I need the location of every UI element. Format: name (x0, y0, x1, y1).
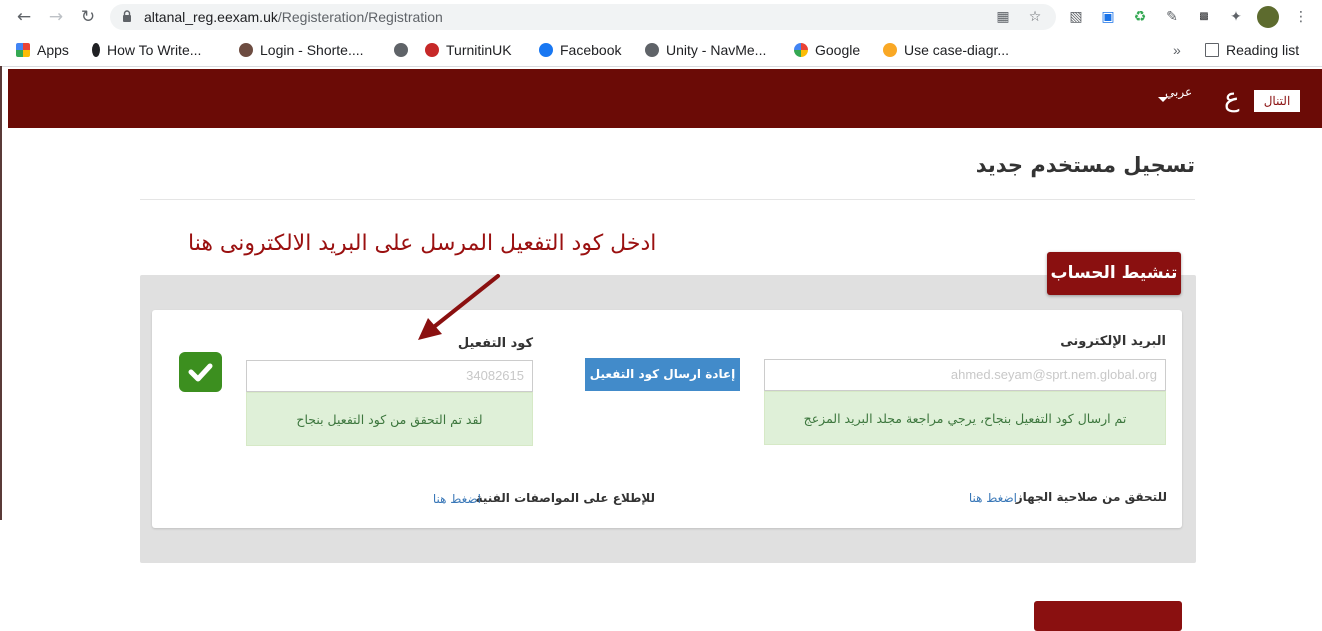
address-bar[interactable]: altanal_reg.eexam.uk/Registeration/Regis… (110, 4, 1056, 30)
bookmark-use-case[interactable]: Use case-diagr... (883, 34, 1009, 66)
email-success-alert: تم ارسال كود التفعيل بنجاح، يرجي مراجعة … (764, 391, 1166, 445)
google-icon (794, 43, 808, 57)
page-edge-line (0, 66, 2, 520)
reading-list-button[interactable]: Reading list (1205, 34, 1299, 66)
email-field[interactable]: ahmed.seyam@sprt.nem.global.org (764, 359, 1166, 391)
language-label: عربي (1165, 85, 1193, 99)
bookmark-login[interactable]: Login - Shorte.... (239, 34, 364, 66)
device-check-label: للتحقق من صلاحية الجهاز (1015, 490, 1167, 504)
bookmark-favicon (239, 43, 253, 57)
site-logo[interactable]: التنال (1254, 90, 1300, 112)
checkmark-icon (188, 363, 213, 382)
turnitin-icon (425, 43, 439, 57)
activation-section-title: تنشيط الحساب (1047, 252, 1181, 295)
bookmark-how-to-write[interactable]: How To Write... (92, 34, 201, 66)
bookmark-google[interactable]: Google (794, 34, 860, 66)
bookmark-turnitin[interactable]: TurnitinUK (425, 34, 512, 66)
bookmarks-bar: Apps How To Write... Login - Shorte.... … (0, 34, 1322, 67)
bookmark-facebook[interactable]: Facebook (539, 34, 621, 66)
specs-label: للإطلاع على المواصفات الفنية (475, 491, 655, 505)
bookmark-favicon (883, 43, 897, 57)
specs-link[interactable]: اضغط هنا (433, 492, 481, 506)
browser-toolbar: ← → ↻ altanal_reg.eexam.uk/Registeration… (0, 0, 1322, 34)
extension-icon-1[interactable]: ▧ (1066, 7, 1086, 27)
bookmark-favicon (92, 43, 100, 57)
bookmark-unity[interactable]: Unity - NavMe... (645, 34, 766, 66)
device-check-link[interactable]: اضغط هنا (969, 491, 1017, 505)
resend-code-button[interactable]: إعادة ارسال كود التفعيل (585, 358, 740, 391)
annotation-arrow-icon (418, 274, 500, 340)
extension-icon-2[interactable]: ▣ (1098, 7, 1118, 27)
language-dropdown[interactable]: عربي (1158, 85, 1193, 102)
caret-down-icon (1158, 97, 1168, 102)
profile-avatar[interactable] (1257, 6, 1279, 28)
title-divider (140, 199, 1195, 200)
extension-icon-4[interactable]: ▩ (1194, 7, 1214, 27)
logo-mark: ع (1224, 83, 1240, 113)
star-icon[interactable]: ☆ (1026, 8, 1044, 26)
annotation-text: ادخل كود التفعيل المرسل على البريد الالك… (188, 231, 657, 256)
facebook-icon (539, 43, 553, 57)
verified-check-icon (179, 352, 222, 392)
lock-icon (123, 10, 131, 22)
globe-icon (645, 43, 659, 57)
page-title: تسجيل مستخدم جديد (975, 153, 1195, 177)
reload-icon[interactable]: ↻ (77, 6, 99, 28)
next-section-tab (1034, 601, 1182, 631)
recycle-icon[interactable]: ♻ (1130, 7, 1150, 27)
apps-grid-icon (16, 43, 30, 57)
globe-icon (394, 43, 408, 57)
translate-icon[interactable]: ▦ (994, 8, 1012, 26)
code-success-alert: لقد تم التحقق من كود التفعيل بنجاح (246, 392, 533, 446)
puzzle-icon[interactable]: ✦ (1226, 7, 1246, 27)
site-header: عربي ع التنال (8, 69, 1322, 128)
bookmark-globe[interactable] (394, 34, 415, 66)
menu-kebab-icon[interactable]: ⋮ (1291, 7, 1311, 27)
bookmark-apps[interactable]: Apps (16, 34, 69, 66)
url-text: altanal_reg.eexam.uk/Registeration/Regis… (144, 9, 443, 25)
back-icon[interactable]: ← (13, 6, 35, 28)
more-bookmarks-icon[interactable]: » (1173, 34, 1181, 66)
activation-code-field[interactable]: 34082615 (246, 360, 533, 392)
extension-icon-3[interactable]: ✎ (1162, 7, 1182, 27)
reading-list-icon (1205, 43, 1219, 57)
email-label: البريد الإلكترونى (1060, 334, 1166, 349)
forward-icon[interactable]: → (45, 6, 67, 28)
